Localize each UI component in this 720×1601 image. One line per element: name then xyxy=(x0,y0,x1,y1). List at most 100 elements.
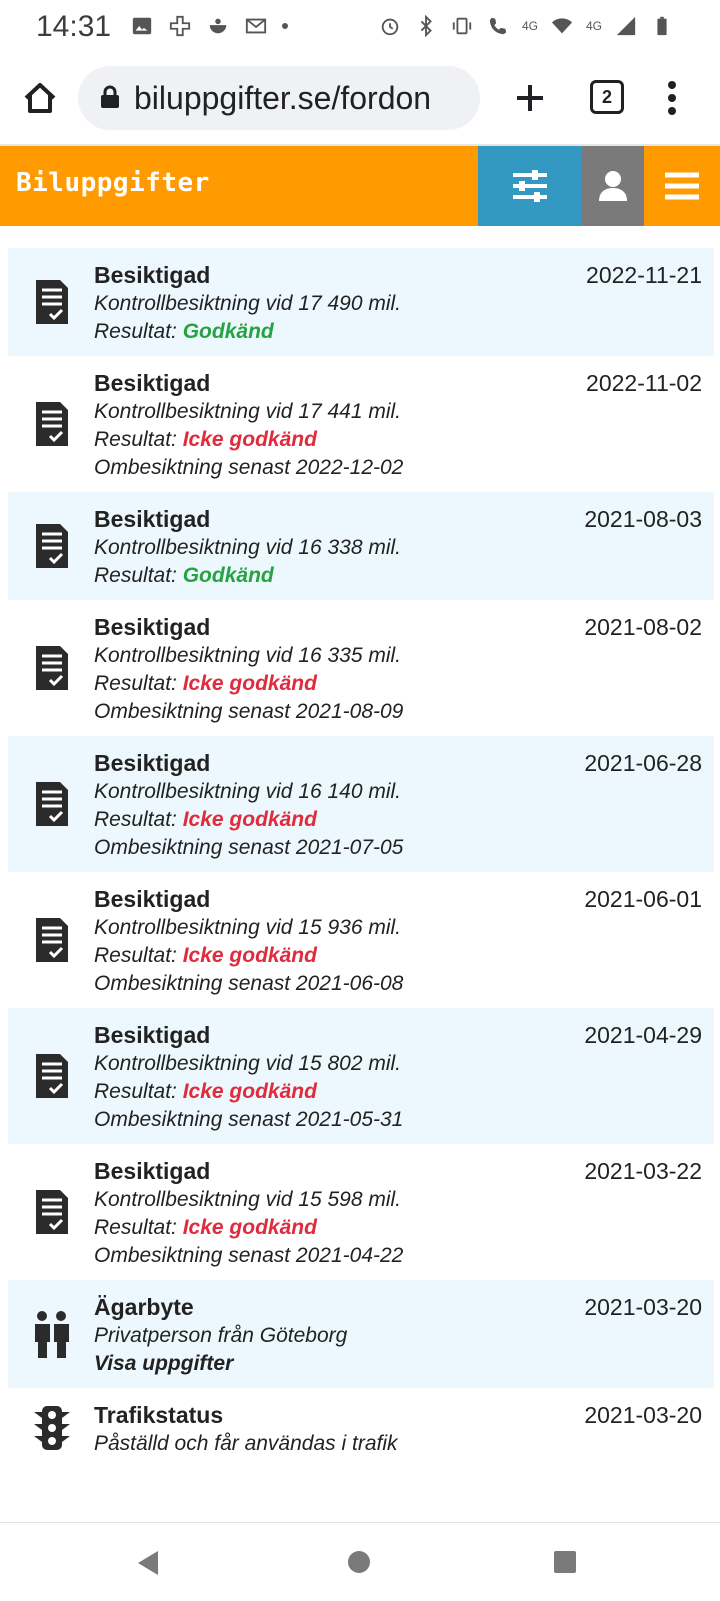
result-label: Resultat: xyxy=(94,1216,183,1239)
inspection-document-icon xyxy=(36,402,68,446)
bluetooth-icon xyxy=(414,14,438,38)
show-details-link[interactable]: Visa uppgifter xyxy=(94,1350,702,1378)
traffic-status-item: Trafikstatus 2021-03-20 Påställd och får… xyxy=(8,1388,714,1468)
event-date: 2021-04-29 xyxy=(584,1022,702,1048)
inspection-document-icon xyxy=(36,646,68,690)
signal-icon xyxy=(614,14,638,38)
reinspection-deadline: Ombesiktning senast 2021-07-05 xyxy=(94,836,404,859)
address-bar[interactable]: biluppgifter.se/fordon xyxy=(78,66,480,130)
inspection-document-icon xyxy=(36,524,68,568)
status-bar: 14:31 4G 4G xyxy=(0,0,720,54)
event-detail: Kontrollbesiktning vid 15 802 mil. xyxy=(94,1052,402,1075)
recents-icon[interactable] xyxy=(554,1551,576,1573)
home-nav-icon[interactable] xyxy=(348,1551,370,1573)
result-value: Icke godkänd xyxy=(182,672,317,695)
event-date: 2021-03-20 xyxy=(584,1294,702,1320)
event-result-line: Resultat: Icke godkänd xyxy=(94,1214,702,1242)
network-label: 4G xyxy=(521,19,538,33)
history-item: Besiktigad 2021-04-29 Kontrollbesiktning… xyxy=(8,1008,714,1144)
user-icon xyxy=(599,171,627,201)
event-date: 2021-06-01 xyxy=(584,886,702,912)
event-result-line: Resultat: Icke godkänd xyxy=(94,670,702,698)
inspection-document-icon xyxy=(36,782,68,826)
event-detail: Kontrollbesiktning vid 15 936 mil. xyxy=(94,916,402,939)
clock: 14:31 xyxy=(36,10,112,43)
image-icon xyxy=(130,14,154,38)
event-result-line: Resultat: Icke godkänd xyxy=(94,1078,702,1106)
history-item: Besiktigad 2021-08-02 Kontrollbesiktning… xyxy=(8,600,714,736)
event-detail: Kontrollbesiktning vid 17 490 mil. xyxy=(94,292,402,315)
inspection-document-icon xyxy=(36,918,68,962)
result-label: Resultat: xyxy=(94,944,183,967)
filter-button[interactable] xyxy=(478,146,582,226)
result-label: Resultat: xyxy=(94,808,183,831)
gmail-icon xyxy=(244,14,268,38)
reinspection-deadline: Ombesiktning senast 2021-04-22 xyxy=(94,1244,404,1267)
network-label-2: 4G xyxy=(585,19,602,33)
vehicle-history-list: Besiktigad 2022-11-21 Kontrollbesiktning… xyxy=(8,248,714,1468)
battery-icon xyxy=(650,14,674,38)
result-value: Godkänd xyxy=(182,320,274,343)
history-item: Besiktigad 2022-11-02 Kontrollbesiktning… xyxy=(8,356,714,492)
event-detail: Kontrollbesiktning vid 16 140 mil. xyxy=(94,780,402,803)
alarm-icon xyxy=(378,14,402,38)
history-item: Besiktigad 2021-08-03 Kontrollbesiktning… xyxy=(8,492,714,600)
event-result-line: Resultat: Icke godkänd xyxy=(94,426,702,454)
event-date: 2021-08-02 xyxy=(584,614,702,640)
site-header: Biluppgifter xyxy=(0,146,720,226)
owner-change-item: Ägarbyte 2021-03-20 Privatperson från Gö… xyxy=(8,1280,714,1388)
home-icon[interactable] xyxy=(18,76,62,120)
reinspection-deadline: Ombesiktning senast 2021-05-31 xyxy=(94,1108,404,1131)
event-date: 2021-06-28 xyxy=(584,750,702,776)
account-button[interactable] xyxy=(582,146,644,226)
history-item: Besiktigad 2021-06-28 Kontrollbesiktning… xyxy=(8,736,714,872)
event-date: 2022-11-02 xyxy=(586,370,702,396)
traffic-light-icon xyxy=(34,1406,70,1450)
result-label: Resultat: xyxy=(94,672,183,695)
more-notifications-dot xyxy=(282,23,288,29)
url-text[interactable]: biluppgifter.se/fordon xyxy=(134,80,431,117)
result-label: Resultat: xyxy=(94,320,183,343)
tab-switcher-button[interactable]: 2 xyxy=(590,80,624,114)
result-value: Icke godkänd xyxy=(182,944,317,967)
browser-toolbar: biluppgifter.se/fordon 2 xyxy=(0,54,720,146)
site-logo[interactable]: Biluppgifter xyxy=(16,168,210,198)
result-value: Icke godkänd xyxy=(182,1216,317,1239)
new-tab-icon[interactable] xyxy=(508,76,552,120)
inspection-document-icon xyxy=(36,1054,68,1098)
result-label: Resultat: xyxy=(94,428,183,451)
event-result-line: Resultat: Icke godkänd xyxy=(94,942,702,970)
result-label: Resultat: xyxy=(94,1080,183,1103)
history-item: Besiktigad 2022-11-21 Kontrollbesiktning… xyxy=(8,248,714,356)
inspection-document-icon xyxy=(36,280,68,324)
event-date: 2021-08-03 xyxy=(584,506,702,532)
result-value: Icke godkänd xyxy=(182,808,317,831)
back-icon[interactable] xyxy=(136,1549,160,1577)
event-date: 2021-03-22 xyxy=(584,1158,702,1184)
history-item: Besiktigad 2021-06-01 Kontrollbesiktning… xyxy=(8,872,714,1008)
wifi-icon xyxy=(550,14,574,38)
event-result-line: Resultat: Icke godkänd xyxy=(94,806,702,834)
more-menu-icon[interactable] xyxy=(660,78,684,118)
system-navigation-bar xyxy=(0,1522,720,1601)
vibrate-icon xyxy=(450,14,474,38)
result-value: Icke godkänd xyxy=(182,1080,317,1103)
event-detail: Kontrollbesiktning vid 16 335 mil. xyxy=(94,644,402,667)
lock-icon xyxy=(101,85,119,108)
result-value: Icke godkänd xyxy=(182,428,317,451)
food-icon xyxy=(206,14,230,38)
system-icons: 4G 4G xyxy=(378,14,674,38)
reinspection-deadline: Ombesiktning senast 2021-06-08 xyxy=(94,972,404,995)
menu-button[interactable] xyxy=(644,146,720,226)
event-detail: Kontrollbesiktning vid 17 441 mil. xyxy=(94,400,402,423)
reinspection-deadline: Ombesiktning senast 2022-12-02 xyxy=(94,456,404,479)
history-item: Besiktigad 2021-03-22 Kontrollbesiktning… xyxy=(8,1144,714,1280)
event-detail: Påställd och får användas i trafik xyxy=(94,1432,398,1455)
event-result-line: Resultat: Godkänd xyxy=(94,562,702,590)
event-detail: Privatperson från Göteborg xyxy=(94,1324,348,1347)
event-date: 2022-11-21 xyxy=(586,262,702,288)
event-detail: Kontrollbesiktning vid 15 598 mil. xyxy=(94,1188,402,1211)
result-value: Godkänd xyxy=(182,564,274,587)
event-detail: Kontrollbesiktning vid 16 338 mil. xyxy=(94,536,402,559)
inspection-document-icon xyxy=(36,1190,68,1234)
